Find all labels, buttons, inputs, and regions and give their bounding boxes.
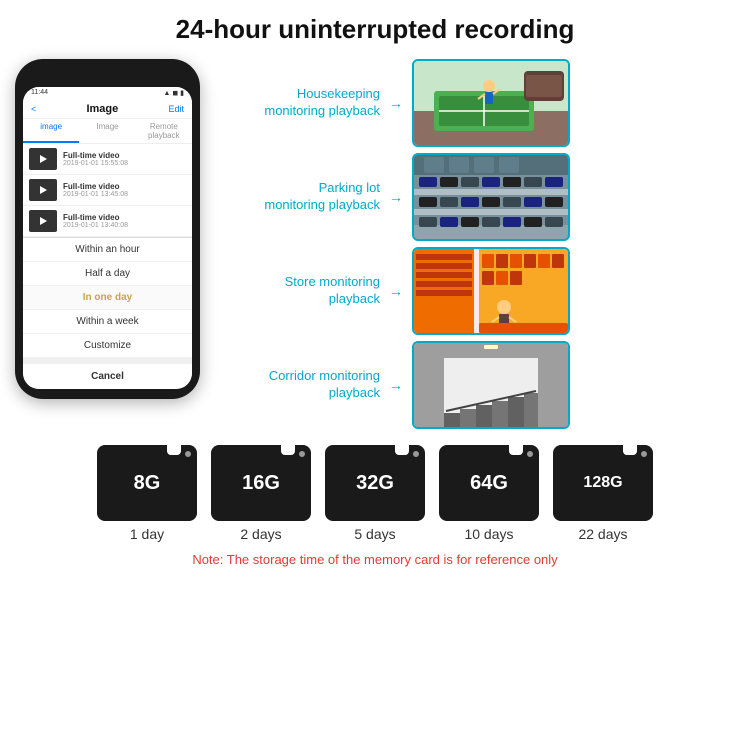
phone-screen: 11:44 ▲ ◼ ▮ < Image Edit image Image Rem…: [23, 87, 192, 389]
phone-notch: [78, 69, 138, 83]
monitoring-label-4: Corridor monitoring playback: [225, 368, 380, 402]
sd-card-size-64g: 64G: [470, 472, 508, 495]
page-title: 24-hour uninterrupted recording: [176, 14, 575, 45]
sd-card-64g: 64G: [439, 445, 539, 521]
storage-section: 8G 1 day 16G 2 days 32G 5 days: [5, 445, 745, 567]
phone-icons: ▲ ◼ ▮: [164, 89, 184, 97]
list-item: Full-time video 2019-01-01 13:45:08: [23, 175, 192, 206]
sd-card-item-16g: 16G 2 days: [211, 445, 311, 542]
sd-days-128g: 22 days: [578, 526, 627, 542]
corridor-svg: [414, 343, 568, 427]
item-text-1: Full-time video 2019-01-01 15:55:08: [63, 151, 186, 167]
item-text-2: Full-time video 2019-01-01 13:45:08: [63, 182, 186, 198]
video-thumb-1: [29, 148, 57, 170]
monitoring-photo-3: [412, 247, 570, 335]
sd-card-notch-16g: [281, 445, 295, 455]
phone-tab-image[interactable]: image: [23, 119, 79, 143]
main-content: 11:44 ▲ ◼ ▮ < Image Edit image Image Rem…: [5, 59, 745, 429]
item-title-3: Full-time video: [63, 213, 186, 222]
monitoring-photo-1: [412, 59, 570, 147]
sd-card-32g: 32G: [325, 445, 425, 521]
sd-days-64g: 10 days: [464, 526, 513, 542]
monitoring-label-2: Parking lot monitoring playback: [225, 180, 380, 214]
sd-card-size-8g: 8G: [134, 472, 161, 495]
list-item: Full-time video 2019-01-01 13:40:08: [23, 206, 192, 237]
arrow-icon-4: →: [388, 377, 404, 393]
item-date-3: 2019-01-01 13:40:08: [63, 222, 186, 229]
arrow-icon-2: →: [388, 189, 404, 205]
list-item: Full-time video 2019-01-01 15:55:08: [23, 144, 192, 175]
sd-days-8g: 1 day: [130, 526, 164, 542]
sd-card-notch-8g: [167, 445, 181, 455]
sd-card-size-128g: 128G: [583, 474, 622, 492]
parking-svg: [414, 155, 568, 239]
item-title-2: Full-time video: [63, 182, 186, 191]
monitoring-row-1: Housekeeping monitoring playback →: [225, 59, 745, 147]
phone-cancel-btn[interactable]: Cancel: [23, 358, 192, 389]
phone-mockup: 11:44 ▲ ◼ ▮ < Image Edit image Image Rem…: [15, 59, 215, 399]
phone-tabs: image Image Remote playback: [23, 119, 192, 144]
sd-days-16g: 2 days: [240, 526, 281, 542]
sd-card-size-16g: 16G: [242, 472, 280, 495]
phone-body: 11:44 ▲ ◼ ▮ < Image Edit image Image Rem…: [15, 59, 200, 399]
housekeeping-svg: [414, 61, 568, 145]
monitoring-row-2: Parking lot monitoring playback →: [225, 153, 745, 241]
phone-tab-image2[interactable]: Image: [79, 119, 135, 143]
phone-time: 11:44: [31, 89, 48, 97]
dropdown-item-1[interactable]: Within an hour: [23, 238, 192, 262]
phone-status-bar: 11:44 ▲ ◼ ▮: [23, 87, 192, 99]
sd-card-item-32g: 32G 5 days: [325, 445, 425, 542]
photo-parking: [414, 155, 568, 239]
item-title-1: Full-time video: [63, 151, 186, 160]
sd-card-128g: 128G: [553, 445, 653, 521]
dropdown-item-2[interactable]: Half a day: [23, 262, 192, 286]
monitoring-photo-4: [412, 341, 570, 429]
phone-header-title: Image: [86, 103, 118, 115]
phone-dropdown: Within an hour Half a day In one day Wit…: [23, 237, 192, 358]
video-thumb-3: [29, 210, 57, 232]
phone-tab-remote[interactable]: Remote playback: [136, 119, 192, 143]
page: 24-hour uninterrupted recording 11:44 ▲ …: [0, 0, 750, 750]
photo-housekeeping: [414, 61, 568, 145]
store-svg: [414, 249, 568, 333]
sd-card-item-64g: 64G 10 days: [439, 445, 539, 542]
sd-card-item-8g: 8G 1 day: [97, 445, 197, 542]
monitoring-label-1: Housekeeping monitoring playback: [225, 86, 380, 120]
sd-card-16g: 16G: [211, 445, 311, 521]
monitoring-row-3: Store monitoring playback →: [225, 247, 745, 335]
photo-corridor: [414, 343, 568, 427]
sd-card-notch-64g: [509, 445, 523, 455]
item-date-2: 2019-01-01 13:45:08: [63, 191, 186, 198]
dropdown-item-3[interactable]: In one day: [23, 286, 192, 310]
arrow-icon-1: →: [388, 95, 404, 111]
sd-days-32g: 5 days: [354, 526, 395, 542]
storage-note: Note: The storage time of the memory car…: [192, 552, 557, 567]
monitoring-label-3: Store monitoring playback: [225, 274, 380, 308]
sd-card-notch-32g: [395, 445, 409, 455]
sd-card-size-32g: 32G: [356, 472, 394, 495]
phone-back-btn[interactable]: <: [31, 104, 36, 114]
arrow-icon-3: →: [388, 283, 404, 299]
sd-cards-row: 8G 1 day 16G 2 days 32G 5 days: [97, 445, 653, 542]
item-text-3: Full-time video 2019-01-01 13:40:08: [63, 213, 186, 229]
play-icon-3: [40, 217, 47, 225]
dropdown-item-4[interactable]: Within a week: [23, 310, 192, 334]
item-date-1: 2019-01-01 15:55:08: [63, 160, 186, 167]
dropdown-item-5[interactable]: Customize: [23, 334, 192, 358]
play-icon-2: [40, 186, 47, 194]
photo-store: [414, 249, 568, 333]
phone-header: < Image Edit: [23, 99, 192, 119]
monitoring-row-4: Corridor monitoring playback →: [225, 341, 745, 429]
phone-edit-btn[interactable]: Edit: [168, 104, 184, 114]
video-thumb-2: [29, 179, 57, 201]
monitoring-section: Housekeeping monitoring playback →: [225, 59, 745, 429]
play-icon-1: [40, 155, 47, 163]
sd-card-notch-128g: [623, 445, 637, 455]
sd-card-item-128g: 128G 22 days: [553, 445, 653, 542]
monitoring-photo-2: [412, 153, 570, 241]
sd-card-8g: 8G: [97, 445, 197, 521]
